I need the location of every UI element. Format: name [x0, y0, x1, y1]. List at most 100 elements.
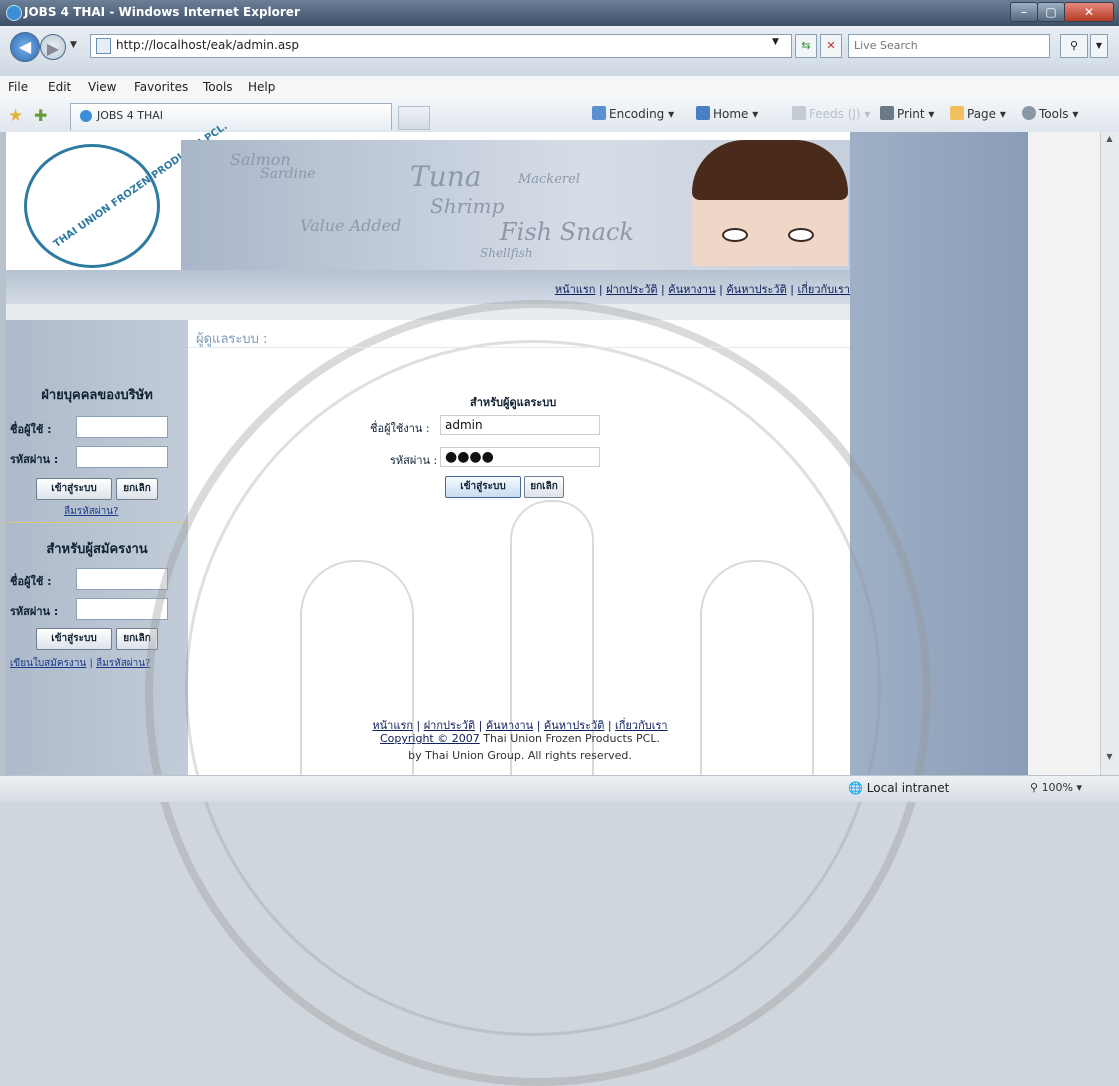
banner-word: Shellfish	[480, 246, 533, 260]
page-button[interactable]: Page ▾	[950, 106, 1006, 121]
gear-icon	[1022, 106, 1036, 120]
company-password-field[interactable]	[76, 446, 168, 468]
zoom-icon: ⚲	[1030, 781, 1039, 794]
home-button[interactable]: Home ▾	[696, 106, 758, 121]
zoom-control[interactable]: ⚲ 100% ▾	[1030, 781, 1082, 794]
company-login-button[interactable]: เข้าสู่ระบบ	[36, 478, 112, 500]
scroll-down-arrow-icon[interactable]: ▼	[1101, 752, 1118, 768]
applicant-username-label: ชื่อผู้ใช้ :	[10, 575, 52, 588]
footer-home-link[interactable]: หน้าแรก	[372, 719, 413, 732]
admin-login-heading: สำหรับผู้ดูแลระบบ	[470, 396, 557, 409]
menu-tools[interactable]: Tools	[203, 80, 233, 94]
tools-button[interactable]: Tools ▾	[1022, 106, 1078, 121]
footer-search-jobs-link[interactable]: ค้นหางาน	[486, 719, 533, 732]
address-input[interactable]	[116, 36, 716, 54]
admin-username-input[interactable]	[440, 415, 600, 435]
nav-search-resume-link[interactable]: ค้นหาประวัติ	[726, 283, 786, 296]
applicant-password-field[interactable]	[76, 598, 168, 620]
applicant-forgot-password-link[interactable]: ลืมรหัสผ่าน?	[96, 658, 150, 669]
menu-edit[interactable]: Edit	[48, 80, 71, 94]
scroll-up-arrow-icon[interactable]: ▲	[1101, 134, 1118, 150]
admin-username-label: ชื่อผู้ใช้งาน :	[370, 422, 430, 435]
tab-label: JOBS 4 THAI	[97, 109, 163, 122]
search-icon[interactable]: ⚲	[1060, 34, 1088, 58]
page-background-far	[1028, 132, 1100, 775]
admin-login-button[interactable]: เข้าสู่ระบบ	[445, 476, 521, 498]
maximize-button[interactable]: ▢	[1037, 2, 1065, 22]
applicant-login-button[interactable]: เข้าสู่ระบบ	[36, 628, 112, 650]
banner-word: Mackerel	[518, 172, 580, 187]
address-dropdown-icon[interactable]: ▼	[772, 37, 779, 47]
minimize-button[interactable]: –	[1010, 2, 1038, 22]
footer-group-text: by Thai Union Group. All rights reserved…	[408, 749, 632, 762]
nav-post-resume-link[interactable]: ฝากประวัติ	[606, 283, 657, 296]
register-link[interactable]: เขียนใบสมัครงาน	[10, 658, 86, 669]
applicant-cancel-button[interactable]: ยกเลิก	[116, 628, 158, 650]
home-label: Home	[713, 107, 749, 121]
menu-help[interactable]: Help	[248, 80, 275, 94]
favorites-star-icon[interactable]: ★	[8, 106, 23, 126]
tools-label: Tools	[1039, 107, 1069, 121]
page-menu-icon	[950, 106, 964, 120]
feeds-button[interactable]: Feeds (J) ▾	[792, 106, 870, 121]
company-password-label: รหัสผ่าน :	[10, 453, 59, 466]
refresh-button[interactable]: ⇆	[795, 34, 817, 58]
zone-label: Local intranet	[866, 781, 950, 795]
company-forgot-password-link[interactable]: ลืมรหัสผ่าน?	[64, 504, 118, 519]
company-cancel-button[interactable]: ยกเลิก	[116, 478, 158, 500]
home-icon	[696, 106, 710, 120]
footer-about-link[interactable]: เกี่ยวกับเรา	[615, 719, 668, 732]
page-title: ผู้ดูแลระบบ :	[196, 332, 268, 347]
company-username-label: ชื่อผู้ใช้ :	[10, 423, 52, 436]
copyright-company: Thai Union Frozen Products PCL.	[483, 732, 660, 745]
footer-post-resume-link[interactable]: ฝากประวัติ	[424, 719, 475, 732]
footer-search-resume-link[interactable]: ค้นหาประวัติ	[544, 719, 604, 732]
stop-button[interactable]: ✕	[820, 34, 842, 58]
back-button[interactable]: ◀	[10, 32, 40, 62]
page-label: Page	[967, 107, 997, 121]
banner-word: Value Added	[300, 216, 402, 235]
window-title: JOBS 4 THAI - Windows Internet Explorer	[24, 5, 300, 19]
menu-favorites[interactable]: Favorites	[134, 80, 188, 94]
encoding-icon	[592, 106, 606, 120]
admin-password-input[interactable]	[440, 447, 600, 467]
print-button[interactable]: Print ▾	[880, 106, 934, 121]
nav-home-link[interactable]: หน้าแรก	[555, 283, 596, 296]
admin-password-label: รหัสผ่าน :	[390, 454, 438, 467]
ie-icon	[6, 5, 22, 21]
feeds-label: Feeds (J)	[809, 107, 861, 121]
encoding-label: Encoding	[609, 107, 665, 121]
banner-photo-eye	[722, 228, 748, 242]
company-logo[interactable]	[24, 144, 160, 268]
add-favorites-icon[interactable]: ✚	[34, 106, 47, 125]
page-background-right	[850, 132, 1028, 775]
nav-about-link[interactable]: เกี่ยวกับเรา	[797, 283, 850, 296]
globe-icon: 🌐	[848, 781, 863, 795]
recent-pages-dropdown-icon[interactable]: ▼	[70, 40, 77, 50]
forward-button[interactable]: ▶	[40, 34, 66, 60]
title-bar: JOBS 4 THAI - Windows Internet Explorer	[0, 0, 1119, 26]
applicant-links: เขียนใบสมัครงาน | ลืมรหัสผ่าน?	[10, 658, 151, 669]
applicant-password-label: รหัสผ่าน :	[10, 605, 59, 618]
nav-search-jobs-link[interactable]: ค้นหางาน	[668, 283, 715, 296]
sidebar-divider	[6, 522, 188, 523]
applicant-username-field[interactable]	[76, 568, 168, 590]
close-window-button[interactable]: ✕	[1064, 2, 1114, 22]
banner-word: Tuna	[410, 160, 482, 193]
search-options-icon[interactable]: ▼	[1090, 34, 1108, 58]
copyright-link[interactable]: Copyright © 2007	[380, 732, 480, 745]
new-tab-button[interactable]	[398, 106, 430, 130]
company-username-field[interactable]	[76, 416, 168, 438]
search-input[interactable]	[854, 36, 1039, 54]
menu-view[interactable]: View	[88, 80, 116, 94]
encoding-button[interactable]: Encoding ▾	[592, 106, 674, 121]
banner-word: Sardine	[260, 166, 316, 182]
vertical-scrollbar[interactable]	[1100, 132, 1119, 775]
admin-cancel-button[interactable]: ยกเลิก	[524, 476, 564, 498]
print-label: Print	[897, 107, 925, 121]
menu-file[interactable]: File	[8, 80, 28, 94]
zoom-level: 100%	[1041, 781, 1074, 794]
main-content	[188, 320, 850, 775]
security-zone[interactable]: 🌐 Local intranet	[848, 781, 949, 795]
copyright-line: Copyright © 2007 Thai Union Frozen Produ…	[300, 732, 740, 745]
